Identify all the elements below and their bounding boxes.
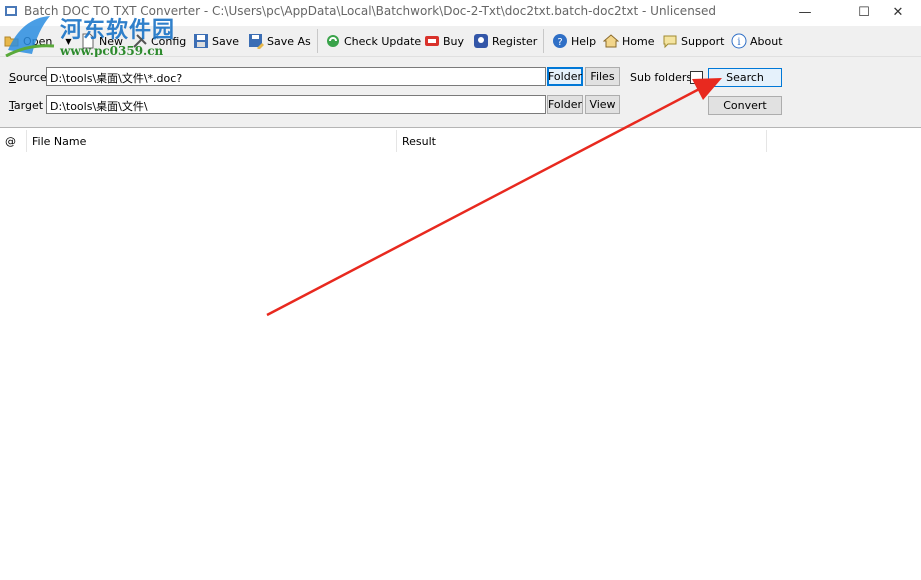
app-icon [4, 4, 18, 18]
save-button[interactable]: Save [193, 30, 239, 52]
help-icon: ? [552, 33, 568, 49]
files-button[interactable]: Files [585, 67, 620, 86]
source-target-panel: Source D:\tools\桌面\文件\*.doc? Folder File… [0, 57, 921, 128]
check-update-button[interactable]: Check Update [325, 30, 421, 52]
file-list-header: @ File Name Result [0, 130, 921, 152]
toolbar-separator [543, 29, 544, 53]
help-button[interactable]: ? Help [552, 30, 596, 52]
source-folder-button[interactable]: Folder [547, 67, 583, 86]
source-label: Source [9, 71, 47, 84]
folder-open-icon [4, 33, 20, 49]
buy-button[interactable]: Buy [424, 30, 464, 52]
register-icon [473, 33, 489, 49]
target-label: Target [9, 99, 43, 112]
convert-button[interactable]: Convert [708, 96, 782, 115]
info-icon: i [731, 33, 747, 49]
new-button[interactable]: New [80, 30, 123, 52]
svg-text:i: i [737, 37, 740, 48]
refresh-icon [325, 33, 341, 49]
home-button[interactable]: Home [603, 30, 654, 52]
home-icon [603, 33, 619, 49]
save-as-button[interactable]: Save As [248, 30, 311, 52]
support-icon [662, 33, 678, 49]
column-header-status[interactable]: @ [0, 130, 27, 152]
open-button[interactable]: Open ▼ [4, 30, 72, 52]
save-as-icon [248, 33, 264, 49]
close-button[interactable]: ✕ [875, 0, 921, 24]
target-folder-button[interactable]: Folder [547, 95, 583, 114]
source-input[interactable]: D:\tools\桌面\文件\*.doc? [46, 67, 546, 86]
toolbar-separator [317, 29, 318, 53]
subfolders-label: Sub folders [630, 71, 692, 84]
config-button[interactable]: Config [132, 30, 186, 52]
toolbar: Open ▼ New Config Save Save As Check Upd… [0, 26, 921, 57]
cart-icon [424, 33, 440, 49]
support-button[interactable]: Support [662, 30, 724, 52]
view-button[interactable]: View [585, 95, 620, 114]
minimize-button[interactable]: — [782, 0, 828, 24]
search-button[interactable]: Search [708, 68, 782, 87]
target-input[interactable]: D:\tools\桌面\文件\ [46, 95, 546, 114]
floppy-disk-icon [193, 33, 209, 49]
new-file-icon [80, 33, 96, 49]
register-button[interactable]: Register [473, 30, 537, 52]
svg-text:?: ? [557, 37, 562, 48]
about-button[interactable]: i About [731, 30, 783, 52]
file-list[interactable] [0, 152, 921, 580]
subfolders-checkbox[interactable] [690, 71, 703, 84]
tools-icon [132, 33, 148, 49]
chevron-down-icon[interactable]: ▼ [65, 37, 71, 46]
title-bar: Batch DOC TO TXT Converter - C:\Users\pc… [0, 0, 921, 24]
window-title: Batch DOC TO TXT Converter - C:\Users\pc… [24, 4, 716, 18]
column-header-file-name[interactable]: File Name [27, 130, 397, 152]
column-header-result[interactable]: Result [397, 130, 767, 152]
